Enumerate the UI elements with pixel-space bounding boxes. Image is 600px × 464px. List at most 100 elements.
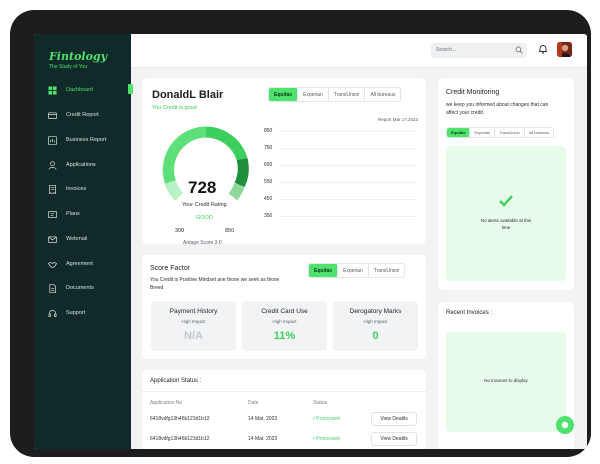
- user-name: DonaldL Blair: [152, 89, 224, 101]
- metric-value: 0: [372, 330, 379, 342]
- metric-impact: High Impact: [181, 319, 206, 324]
- sidebar-item-label: Plans: [66, 211, 80, 217]
- search-input[interactable]: Search...: [431, 43, 527, 58]
- active-indicator: [128, 84, 133, 94]
- gridline: [280, 148, 416, 149]
- invoices-panel: No invoices to display: [446, 332, 566, 432]
- sidebar-item-plans[interactable]: Plans: [34, 207, 131, 221]
- sidebar-item-webmail[interactable]: Webmail: [34, 232, 131, 246]
- sidebar-item-label: Support: [66, 310, 86, 316]
- chart-tick-450: 450: [264, 196, 273, 202]
- tab-experian[interactable]: Experian: [298, 88, 329, 101]
- sidebar-item-documents[interactable]: Documents: [34, 281, 131, 295]
- report-date: Report Mar 17,2023: [377, 117, 418, 122]
- invoices-title: Recent Invoices :: [446, 310, 493, 316]
- tab-all-bureaus[interactable]: All bureaus: [525, 128, 553, 137]
- view-details-button[interactable]: View Deatils: [371, 432, 417, 446]
- credit-score-card: DonaldL Blair You Credit is good Equifax…: [142, 78, 426, 246]
- application-date: 14 Mar, 2023: [248, 436, 278, 442]
- rating-label: Your Credit Rating: [182, 202, 227, 208]
- gridline: [280, 216, 416, 217]
- sidebar-item-label: Business Report: [66, 137, 107, 143]
- gridline: [280, 165, 416, 166]
- device-frame: Fintology The Study of You Dashboard Cre…: [10, 10, 591, 457]
- chat-icon: [561, 421, 569, 429]
- score-bureau-tabs: Equifax Experian TransUnion: [308, 263, 406, 278]
- sidebar-item-agreement[interactable]: Agreement: [34, 257, 131, 271]
- gridline: [280, 131, 416, 132]
- tab-equifax[interactable]: Equifax: [309, 264, 339, 277]
- metric-title: Payment History: [169, 308, 218, 315]
- chart-tick-350: 350: [264, 213, 273, 219]
- credit-card-icon: [48, 111, 57, 119]
- report-icon: [48, 135, 57, 145]
- metric-derogatory-marks: Derogatory Marks High Impact 0: [333, 301, 418, 351]
- bell-icon[interactable]: [538, 44, 548, 54]
- sidebar-item-label: Applications: [66, 162, 96, 168]
- alerts-empty-text: No alerts available at this time: [480, 218, 532, 230]
- search-icon: [515, 46, 523, 54]
- metric-payment-history: Payment History High Impact N/A: [151, 301, 236, 351]
- applications-title: Application Status :: [150, 378, 202, 384]
- metric-value: 11%: [273, 330, 296, 342]
- sidebar-item-credit-report[interactable]: Credit Report: [34, 108, 131, 122]
- screen: Fintology The Study of You Dashboard Cre…: [34, 34, 587, 449]
- recent-invoices-card: Recent Invoices : No invoices to display: [438, 302, 574, 449]
- sidebar-item-dashboard[interactable]: Dashboard: [34, 83, 131, 97]
- monitoring-title: Credit Monitoring: [446, 89, 500, 96]
- sidebar-item-applications[interactable]: Applications: [34, 158, 131, 172]
- brand-logo: Fintology: [49, 50, 108, 63]
- score-factor-desc: You Credit is Positive Mindset ane those…: [150, 277, 280, 291]
- tab-experian[interactable]: Experian: [338, 264, 369, 277]
- tab-equifax[interactable]: Equifax: [269, 88, 299, 101]
- view-details-button[interactable]: View Deatils: [371, 412, 417, 426]
- gridline: [280, 199, 416, 200]
- application-date: 14 Mar, 2023: [248, 416, 278, 422]
- metric-impact: High Impact: [272, 319, 297, 324]
- tab-experian[interactable]: Experian: [470, 128, 496, 137]
- monitoring-bureau-tabs: Equifax Experian TransUnion All bureaus: [446, 127, 554, 138]
- handshake-icon: [48, 261, 57, 268]
- sidebar-item-invoices[interactable]: Invoices: [34, 182, 131, 196]
- credit-monitoring-card: Credit Monitoring we keep you informed a…: [438, 78, 574, 290]
- mail-icon: [48, 235, 57, 243]
- application-status-card: Application Status : Application No Date…: [142, 370, 426, 449]
- sidebar-item-label: Webmail: [66, 236, 88, 242]
- chat-button[interactable]: [556, 416, 574, 434]
- column-header: Application No: [150, 400, 183, 406]
- gridline: [280, 182, 416, 183]
- rating-value: GOOD: [196, 215, 213, 221]
- search-placeholder: Search...: [436, 47, 457, 53]
- score-factor-title: Score Factor: [150, 265, 191, 272]
- top-bar: Search...: [131, 34, 587, 68]
- metric-value: N/A: [184, 330, 203, 342]
- tab-transunion[interactable]: TransUnion: [369, 264, 405, 277]
- plans-icon: [48, 210, 57, 218]
- sidebar-item-label: Documents: [66, 285, 94, 291]
- sidebar-item-business-report[interactable]: Business Report: [34, 133, 131, 147]
- tab-all-bureaus[interactable]: All bureaus: [365, 88, 400, 101]
- bureau-tabs: Equifax Experian TransUnion All bureaus: [268, 87, 402, 102]
- antage-score: Antage Score 3.0: [183, 240, 222, 246]
- metric-title: Credit Card Use: [261, 308, 308, 315]
- sidebar-item-support[interactable]: Support: [34, 306, 131, 320]
- sidebar: Fintology The Study of You Dashboard Cre…: [34, 34, 133, 449]
- chart-tick-650: 650: [264, 162, 273, 168]
- score-max: 850: [225, 228, 235, 234]
- chart-tick-850: 850: [264, 128, 273, 134]
- alerts-panel: No alerts available at this time: [446, 146, 566, 281]
- tab-equifax[interactable]: Equifax: [447, 128, 471, 137]
- sidebar-item-label: Credit Report: [66, 112, 99, 118]
- score-factor-card: Score Factor You Credit is Positive Mind…: [142, 255, 426, 359]
- tab-transunion[interactable]: TransUnion: [495, 128, 525, 137]
- brand-tagline: The Study of You: [49, 64, 88, 70]
- application-number: 6418vdfg13h46b123d1b12: [150, 416, 210, 422]
- invoices-empty-text: No invoices to display: [484, 378, 528, 383]
- tab-transunion[interactable]: TransUnion: [329, 88, 366, 101]
- avatar[interactable]: [557, 42, 572, 57]
- chart-tick-750: 750: [264, 145, 273, 151]
- status-badge: • Processed: [313, 436, 340, 442]
- dashboard-icon: [48, 85, 57, 95]
- application-number: 6418vdfg13h46b123d1b12: [150, 436, 210, 442]
- credit-subtitle: You Credit is good: [152, 105, 197, 111]
